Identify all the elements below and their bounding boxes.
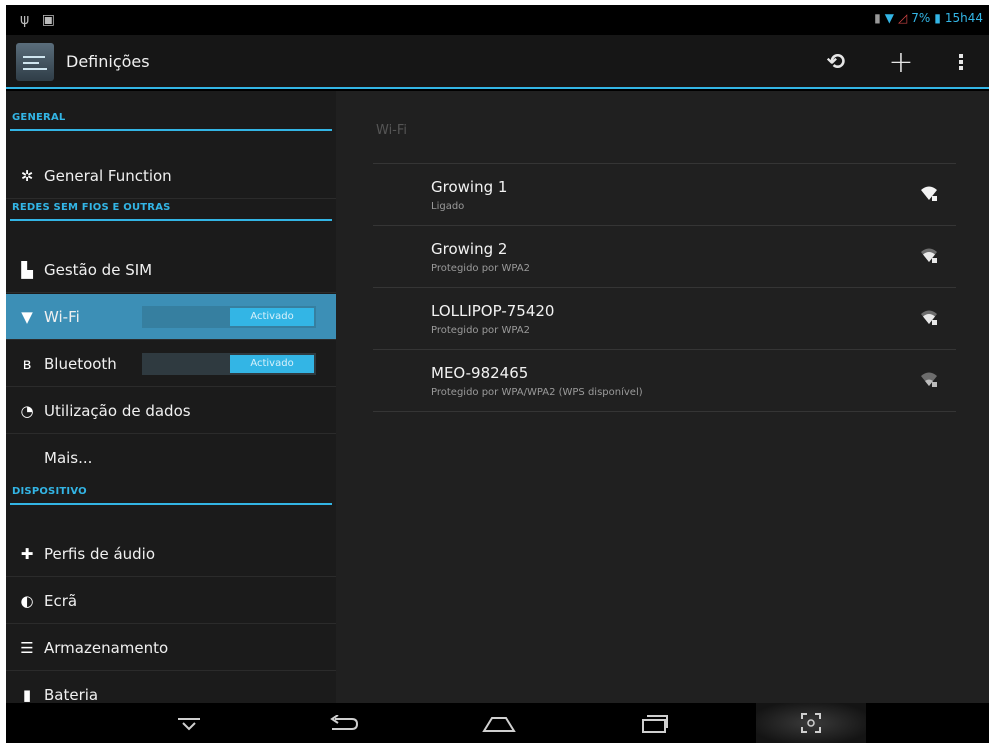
section-header-general: GENERAL <box>10 105 332 131</box>
network-row-lollipop[interactable]: LOLLIPOP-75420 Protegido por WPA2 <box>373 288 956 350</box>
wifi-status-icon: ▼ <box>884 11 894 25</box>
sync-icon[interactable]: ⟲ <box>816 45 856 79</box>
signal-icon: ◿ <box>897 11 908 25</box>
hide-keyboard-icon[interactable] <box>166 709 212 739</box>
storage-icon: ☰ <box>20 638 34 657</box>
tablet-screen: ψ ▣ ▮ ▼ ◿ 7% ▮ 15h44 Definições ⟲ + GENE… <box>6 5 989 743</box>
display-icon: ◐ <box>20 591 34 610</box>
image-icon: ▣ <box>41 12 55 28</box>
network-row-meo[interactable]: MEO-982465 Protegido por WPA/WPA2 (WPS d… <box>373 350 956 412</box>
section-header-wireless: REDES SEM FIOS E OUTRAS <box>10 195 332 221</box>
sidebar-item-audio-profiles[interactable]: ✚ Perfis de áudio <box>6 531 336 577</box>
network-list: Growing 1 Ligado Growing 2 Protegido por… <box>373 163 956 412</box>
network-status: Protegido por WPA2 <box>431 325 530 336</box>
wifi-signal-icon <box>921 248 937 263</box>
gear-icon: ✲ <box>20 166 34 185</box>
sidebar-item-label: General Function <box>44 166 172 185</box>
sidebar-item-display[interactable]: ◐ Ecrã <box>6 578 336 624</box>
screenshot-icon[interactable] <box>756 703 866 743</box>
sidebar-item-general-function[interactable]: ✲ General Function <box>6 153 336 199</box>
sidebar-item-label: Bluetooth <box>44 354 117 373</box>
network-name: MEO-982465 <box>431 364 529 382</box>
sidebar-item-label: Wi-Fi <box>44 307 80 326</box>
notification-icon: ▮ <box>874 11 881 25</box>
network-name: Growing 2 <box>431 240 508 258</box>
status-right: ▮ ▼ ◿ 7% ▮ 15h44 <box>874 11 983 25</box>
sidebar-item-label: Utilização de dados <box>44 401 191 420</box>
status-bar: ψ ▣ ▮ ▼ ◿ 7% ▮ 15h44 <box>6 5 989 35</box>
sidebar-item-data-usage[interactable]: ◔ Utilização de dados <box>6 388 336 434</box>
wifi-icon: ▼ <box>21 307 33 326</box>
sidebar-item-sim-management[interactable]: ▙ Gestão de SIM <box>6 247 336 293</box>
bluetooth-toggle-on: Activado <box>230 355 314 373</box>
status-left-icons: ψ ▣ <box>20 12 63 28</box>
sidebar-item-label: Gestão de SIM <box>44 260 153 279</box>
action-bar: Definições ⟲ + <box>6 35 989 89</box>
usb-icon: ψ <box>20 12 30 28</box>
sidebar-item-label: Perfis de áudio <box>44 544 156 563</box>
settings-app-icon[interactable] <box>16 43 54 81</box>
sidebar-item-label: Ecrã <box>44 591 78 610</box>
page-title: Definições <box>66 52 150 71</box>
battery-percent: 7% <box>911 11 931 25</box>
recent-apps-icon[interactable] <box>631 709 677 739</box>
network-name: LOLLIPOP-75420 <box>431 302 555 320</box>
sidebar-item-storage[interactable]: ☰ Armazenamento <box>6 625 336 671</box>
sidebar-item-label: Mais... <box>44 449 93 467</box>
network-status: Ligado <box>431 201 465 212</box>
settings-sidebar: GENERAL ✲ General Function REDES SEM FIO… <box>6 91 336 704</box>
back-icon[interactable] <box>321 709 367 739</box>
network-status: Protegido por WPA/WPA2 (WPS disponível) <box>431 387 643 398</box>
sim-icon: ▙ <box>21 260 33 279</box>
wifi-signal-icon <box>921 310 937 325</box>
wifi-panel: Wi-Fi Growing 1 Ligado Growing 2 Protegi… <box>336 91 989 703</box>
wifi-signal-icon <box>921 186 937 201</box>
wifi-toggle[interactable]: Activado <box>142 306 316 328</box>
clock: 15h44 <box>944 11 983 25</box>
battery-icon: ▮ <box>22 686 32 704</box>
home-icon[interactable] <box>476 709 522 739</box>
data-usage-icon: ◔ <box>20 401 34 420</box>
network-status: Protegido por WPA2 <box>431 263 530 274</box>
sidebar-item-label: Bateria <box>44 686 99 704</box>
panel-title: Wi-Fi <box>376 123 408 138</box>
wifi-signal-icon <box>921 372 937 387</box>
network-row-growing-1[interactable]: Growing 1 Ligado <box>373 164 956 226</box>
add-icon[interactable]: + <box>881 45 921 80</box>
sidebar-item-wifi[interactable]: ▼ Wi-Fi Activado <box>6 294 336 340</box>
section-header-device: DISPOSITIVO <box>10 479 332 505</box>
sidebar-item-more[interactable]: Mais... <box>6 435 336 481</box>
bluetooth-icon: ʙ <box>22 354 32 373</box>
bluetooth-toggle[interactable]: Activado <box>142 353 316 375</box>
audio-profile-icon: ✚ <box>20 544 34 563</box>
overflow-menu-icon[interactable] <box>941 45 981 79</box>
network-row-growing-2[interactable]: Growing 2 Protegido por WPA2 <box>373 226 956 288</box>
navigation-bar <box>6 703 989 743</box>
network-name: Growing 1 <box>431 178 508 196</box>
sidebar-item-label: Armazenamento <box>44 638 169 657</box>
wifi-toggle-on: Activado <box>230 308 314 326</box>
sidebar-item-bluetooth[interactable]: ʙ Bluetooth Activado <box>6 341 336 387</box>
battery-icon: ▮ <box>934 11 941 25</box>
